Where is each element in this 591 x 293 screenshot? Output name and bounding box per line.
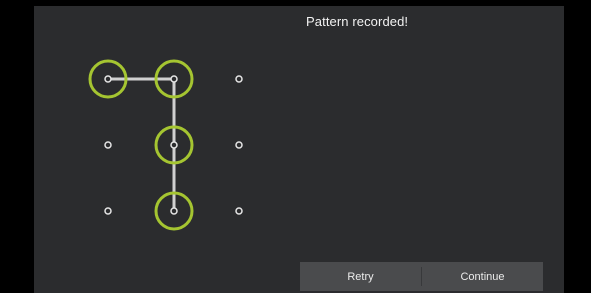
pattern-path [106, 77, 176, 213]
pattern-dot-r1c2[interactable] [235, 141, 243, 149]
status-message: Pattern recorded! [306, 14, 409, 29]
pattern-dot-r0c2[interactable] [235, 75, 243, 83]
pattern-dot-r2c2[interactable] [235, 207, 243, 215]
action-button-bar: Retry Continue [300, 262, 543, 291]
continue-button[interactable]: Continue [422, 262, 543, 291]
pattern-dot-r2c0[interactable] [104, 207, 112, 215]
retry-button[interactable]: Retry [300, 262, 421, 291]
pattern-grid[interactable] [0, 0, 591, 293]
pattern-dot-r1c0[interactable] [104, 141, 112, 149]
